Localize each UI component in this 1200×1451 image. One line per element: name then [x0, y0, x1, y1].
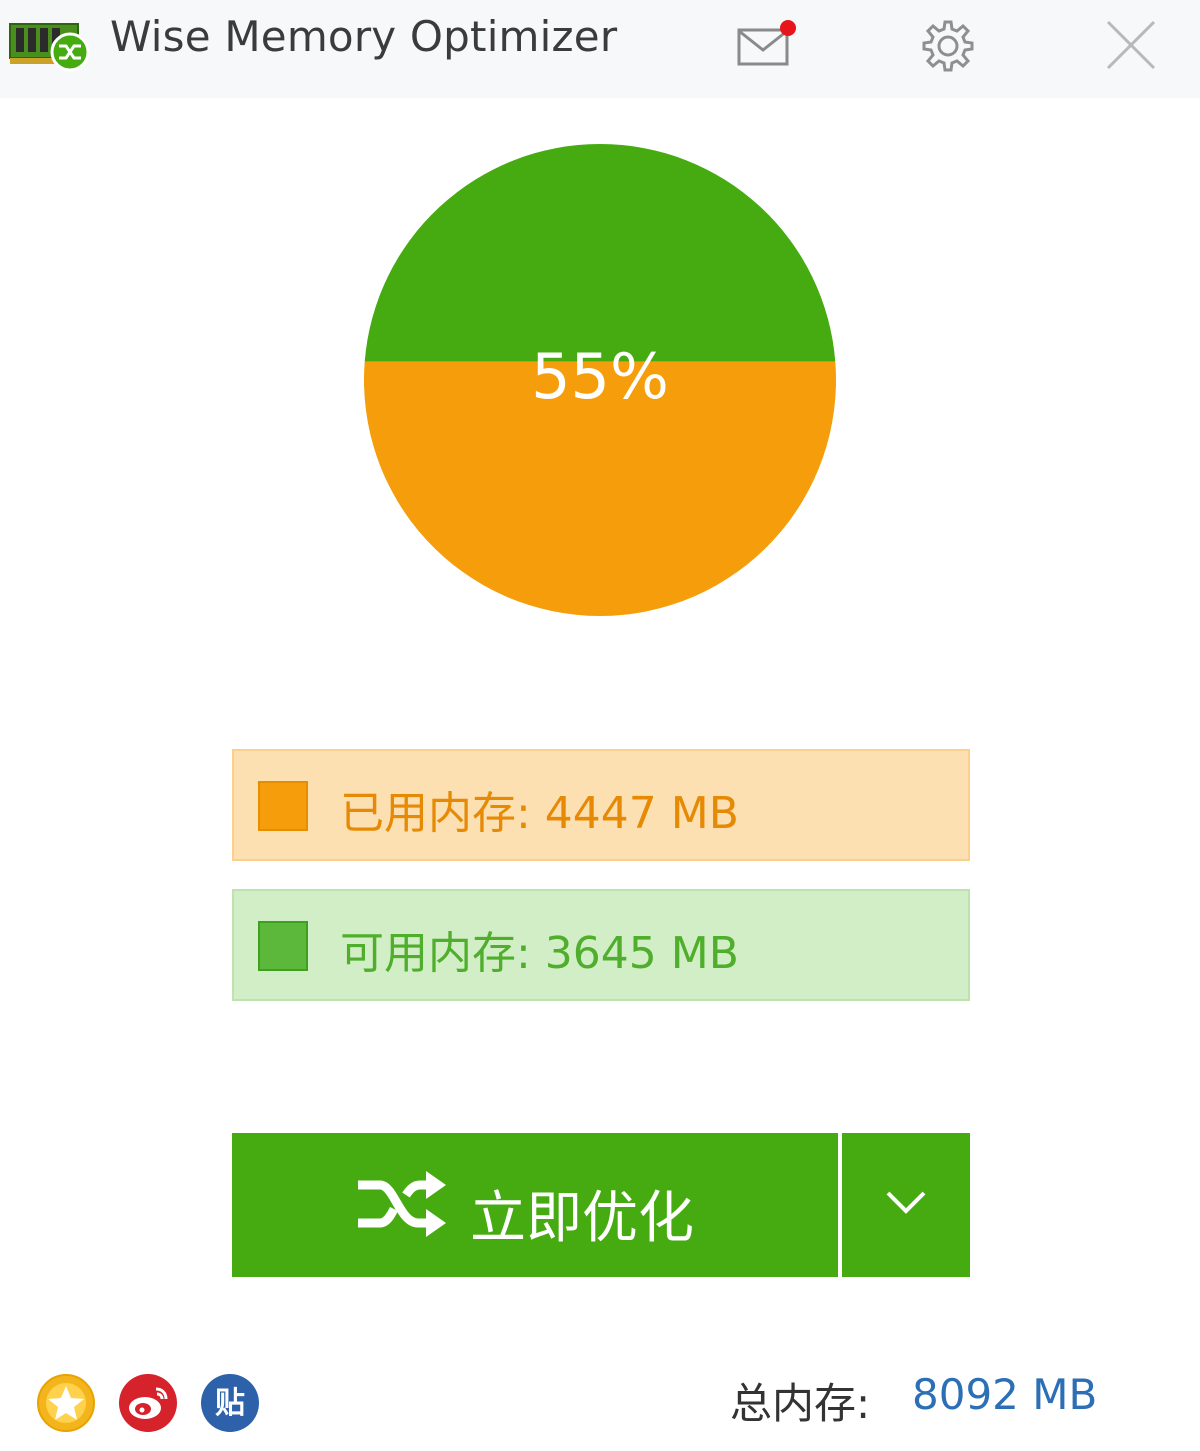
tieba-glyph: 贴 [215, 1386, 245, 1421]
chevron-down-icon [886, 1191, 926, 1214]
free-memory-label: 可用内存: 3645 MB [340, 928, 739, 979]
total-memory-value: 8092 MB [912, 1370, 1098, 1419]
notification-dot [780, 20, 796, 36]
weibo-icon [119, 1374, 177, 1432]
gear-icon [922, 20, 974, 72]
app-title: Wise Memory Optimizer [110, 12, 618, 61]
total-memory-label: 总内存: [730, 1379, 871, 1428]
memory-chip-icon [9, 23, 90, 72]
optimize-now-label: 立即优化 [470, 1186, 694, 1251]
used-memory-label: 已用内存: 4447 MB [340, 788, 739, 839]
shuffle-icon [358, 1171, 446, 1237]
star-icon [37, 1374, 95, 1432]
mail-icon [737, 20, 796, 66]
optimize-options-dropdown[interactable] [842, 1133, 970, 1277]
pie-slice-free-memory [364, 143, 836, 362]
weibo-button[interactable] [118, 1373, 178, 1433]
usage-percent: 55% [531, 340, 669, 413]
free-memory-swatch [258, 921, 308, 971]
tieba-icon: 贴 [201, 1374, 259, 1432]
close-button[interactable] [1098, 14, 1162, 78]
settings-button[interactable] [916, 14, 980, 78]
title-bar[interactable]: Wise Memory Optimizer [0, 0, 1200, 98]
favorite-button[interactable] [36, 1373, 96, 1433]
mail-button[interactable] [732, 14, 796, 78]
app-window: Wise Memory Optimizer 55% 已用内存: 4447 MB … [0, 0, 1200, 1451]
used-memory-swatch [258, 781, 308, 831]
free-memory-box: 可用内存: 3645 MB [232, 889, 970, 1001]
close-icon [1106, 20, 1156, 70]
optimize-now-button[interactable]: 立即优化 [232, 1133, 838, 1277]
tieba-button[interactable]: 贴 [200, 1373, 260, 1433]
used-memory-box: 已用内存: 4447 MB [232, 749, 970, 861]
